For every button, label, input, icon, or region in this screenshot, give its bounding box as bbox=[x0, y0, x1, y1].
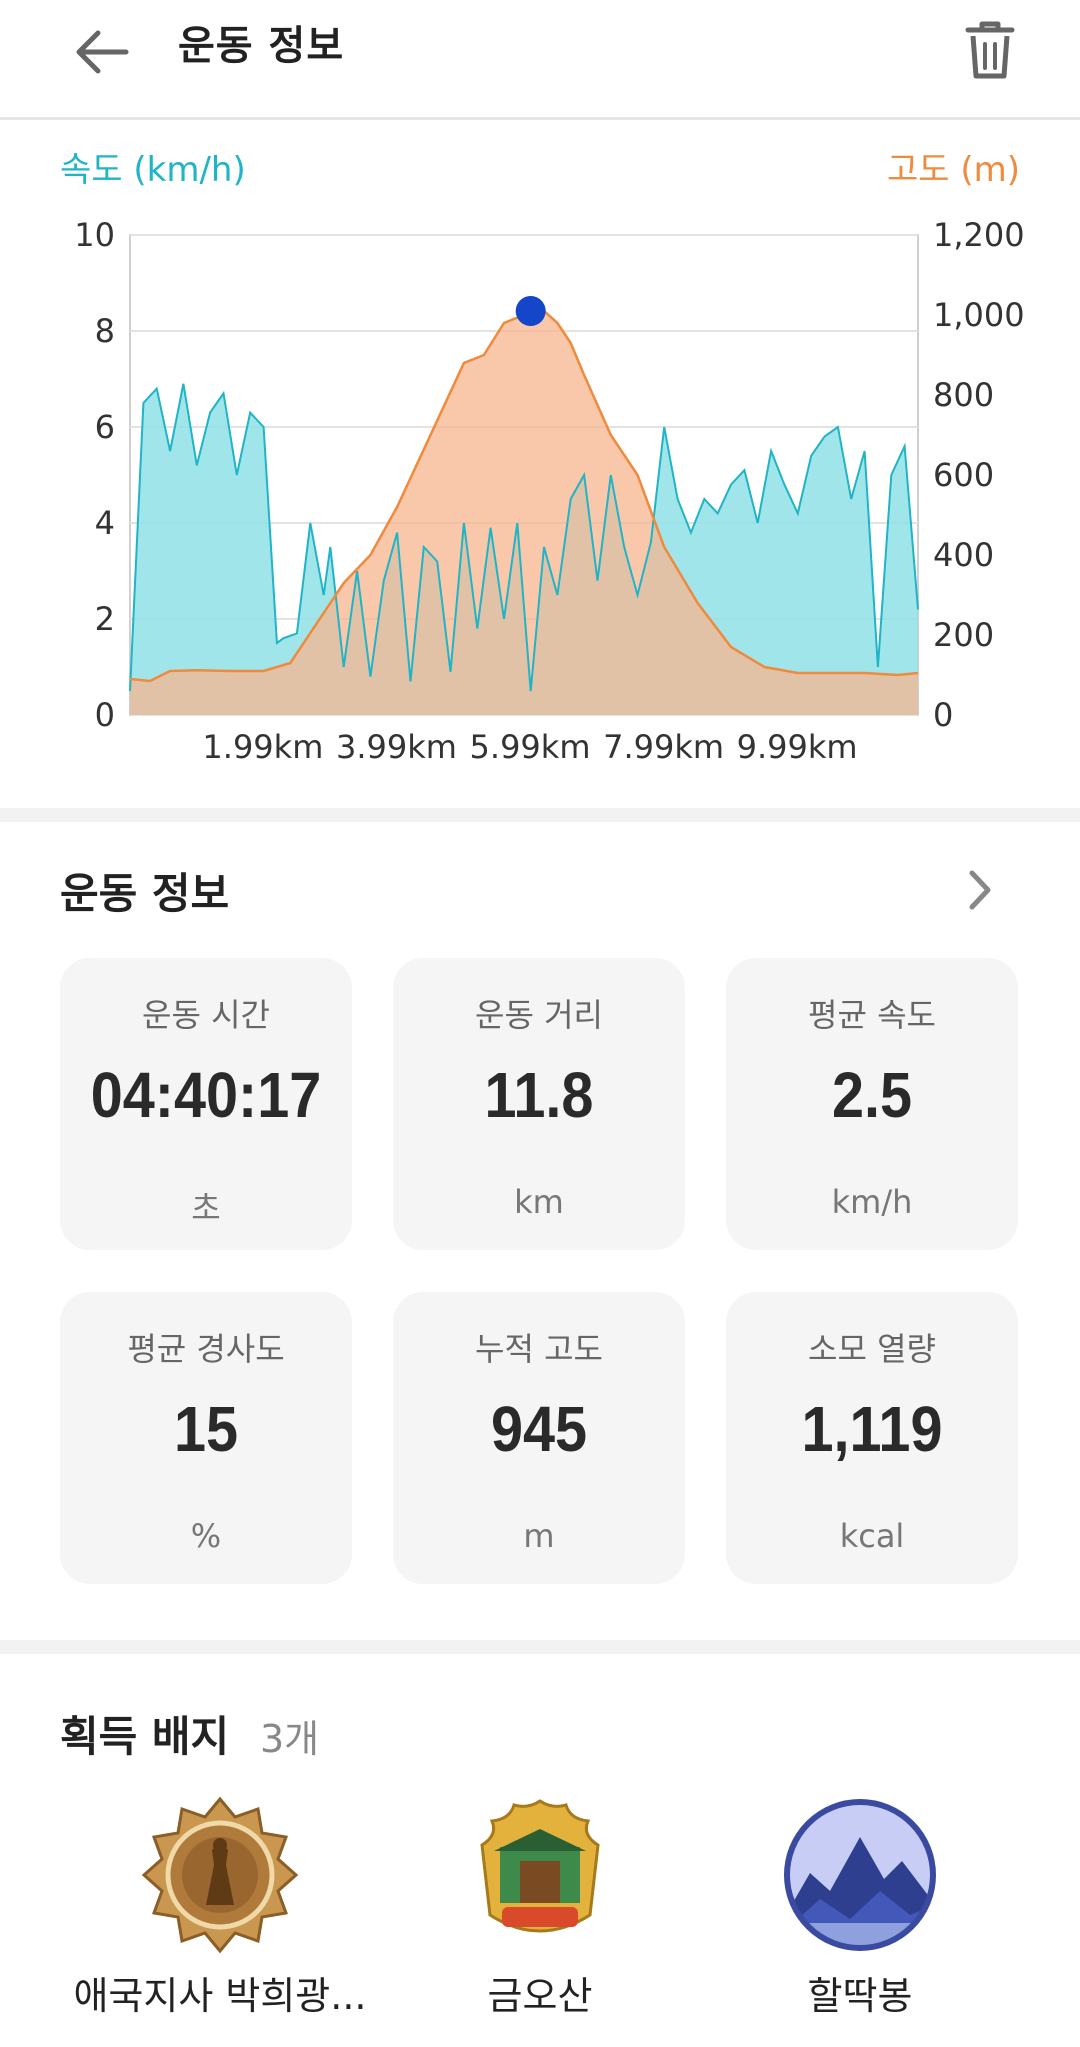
right-tick-label: 200 bbox=[933, 616, 994, 654]
stat-unit: m bbox=[523, 1517, 555, 1555]
stat-unit: km/h bbox=[831, 1183, 913, 1221]
badge-item[interactable]: 할딱봉 bbox=[710, 1795, 1010, 2018]
right-tick-label: 1,200 bbox=[933, 216, 1025, 254]
right-tick-label: 400 bbox=[933, 536, 994, 574]
speed-altitude-chart[interactable]: 속도 (km/h) 고도 (m) 0 2 4 6 8 10 0 200 400 600 800 1,0… bbox=[0, 120, 1080, 810]
stat-tile-avg-speed: 평균 속도 2.5 km/h bbox=[726, 958, 1018, 1250]
badge-name: 애국지사 박희광... bbox=[73, 1974, 367, 2018]
left-tick-label: 2 bbox=[95, 600, 115, 638]
stat-value: 1,119 bbox=[801, 1393, 943, 1465]
stat-label: 운동 거리 bbox=[475, 996, 603, 1034]
stat-label: 운동 시간 bbox=[142, 996, 270, 1034]
badge-item[interactable]: 금오산 bbox=[390, 1795, 690, 2018]
stat-label: 누적 고도 bbox=[475, 1330, 603, 1368]
badges-heading: 획득 배지 bbox=[60, 1712, 230, 1761]
stat-unit: % bbox=[190, 1517, 222, 1555]
stat-value: 04:40:17 bbox=[90, 1059, 322, 1131]
x-tick-label: 7.99km bbox=[603, 728, 724, 766]
badge-name: 금오산 bbox=[487, 1974, 593, 2018]
stat-value: 11.8 bbox=[484, 1059, 594, 1131]
chevron-right-icon bbox=[969, 870, 991, 910]
right-tick-label: 0 bbox=[933, 696, 953, 734]
right-tick-label: 1,000 bbox=[933, 296, 1025, 334]
chart-plot: 0 2 4 6 8 10 0 200 400 600 800 1,000 1,200 1.99km 3.99… bbox=[74, 216, 1025, 766]
right-tick-label: 600 bbox=[933, 456, 994, 494]
delete-button[interactable] bbox=[950, 10, 1030, 90]
stat-tile-duration: 운동 시간 04:40:17 초 bbox=[60, 958, 352, 1250]
left-tick-label: 8 bbox=[95, 312, 115, 350]
stat-tile-distance: 운동 거리 11.8 km bbox=[393, 958, 685, 1250]
medal-badge-icon bbox=[141, 1796, 299, 1954]
page-title: 운동 정보 bbox=[178, 23, 345, 69]
x-tick-label: 9.99km bbox=[737, 728, 858, 766]
left-tick-label: 0 bbox=[95, 696, 115, 734]
stat-unit: km bbox=[514, 1183, 564, 1221]
stat-tile-elevation-gain: 누적 고도 945 m bbox=[393, 1292, 685, 1584]
more-button[interactable] bbox=[960, 865, 1000, 915]
app-header: 운동 정보 bbox=[0, 0, 1080, 120]
left-tick-label: 4 bbox=[95, 504, 115, 542]
stat-value: 2.5 bbox=[831, 1059, 913, 1131]
section-heading: 운동 정보 bbox=[60, 869, 230, 918]
x-tick-label: 3.99km bbox=[336, 728, 457, 766]
badge-item[interactable]: 애국지사 박희광... bbox=[70, 1795, 370, 2018]
position-marker bbox=[515, 296, 546, 326]
stat-value: 15 bbox=[173, 1393, 239, 1465]
section-divider bbox=[0, 1640, 1080, 1654]
left-tick-label: 6 bbox=[95, 408, 115, 446]
trash-icon bbox=[965, 21, 1015, 79]
stat-label: 평균 경사도 bbox=[127, 1330, 285, 1368]
back-button[interactable] bbox=[62, 12, 142, 92]
badge-name: 할딱봉 bbox=[807, 1974, 913, 2018]
badges-count: 3개 bbox=[260, 1717, 320, 1761]
x-tick-label: 5.99km bbox=[470, 728, 591, 766]
stat-label: 평균 속도 bbox=[808, 996, 936, 1034]
stat-label: 소모 열량 bbox=[808, 1330, 936, 1368]
stat-tile-avg-slope: 평균 경사도 15 % bbox=[60, 1292, 352, 1584]
mountain-badge-icon bbox=[784, 1799, 936, 1951]
gate-badge-icon bbox=[480, 1799, 600, 1933]
stat-tile-calories: 소모 열량 1,119 kcal bbox=[726, 1292, 1018, 1584]
stat-value: 945 bbox=[490, 1393, 588, 1465]
section-divider bbox=[0, 808, 1080, 822]
right-tick-label: 800 bbox=[933, 376, 994, 414]
stat-unit: 초 bbox=[191, 1189, 221, 1227]
x-tick-label: 1.99km bbox=[202, 728, 323, 766]
arrow-left-icon bbox=[76, 30, 129, 74]
stat-unit: kcal bbox=[839, 1517, 905, 1555]
left-tick-label: 10 bbox=[74, 216, 115, 254]
